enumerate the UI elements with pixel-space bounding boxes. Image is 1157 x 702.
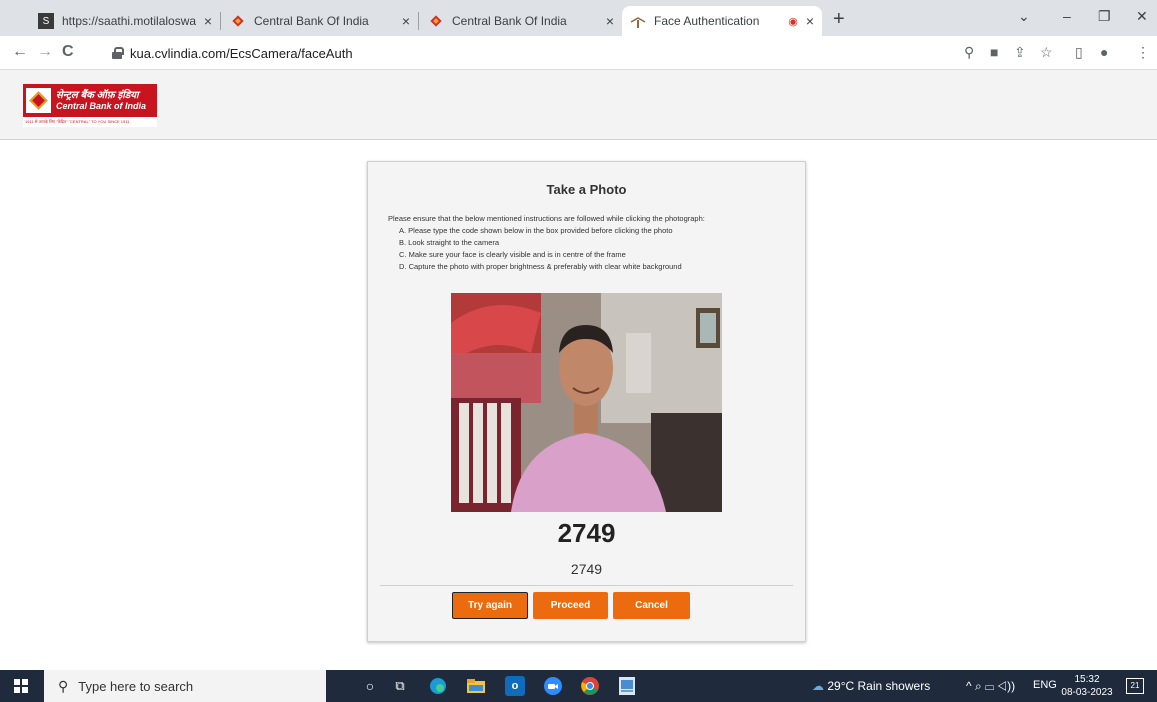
- back-icon[interactable]: ←: [12, 43, 28, 61]
- address-bar[interactable]: kua.cvlindia.com/EcsCamera/faceAuth: [112, 40, 1102, 66]
- clock-time: 15:32: [1074, 674, 1100, 685]
- weather-icon: ☁: [812, 679, 824, 693]
- close-tab-icon[interactable]: ×: [204, 13, 212, 29]
- weather-text: 29°C Rain showers: [827, 679, 931, 693]
- windows-start-icon[interactable]: [14, 679, 28, 693]
- tab-face-authentication[interactable]: Face Authentication ◉ ×: [622, 6, 822, 36]
- logo-names: सेन्ट्रल बैंक ऑफ़ इंडिया Central Bank of…: [56, 90, 146, 112]
- edge-icon[interactable]: [428, 676, 448, 696]
- tab-central-bank-1[interactable]: Central Bank Of India ×: [222, 6, 418, 36]
- page-content: सेन्ट्रल बैंक ऑफ़ इंडिया Central Bank of…: [0, 70, 1157, 660]
- try-again-button[interactable]: Try again: [452, 592, 528, 619]
- tab-title: https://saathi.motilaloswal.com/E: [62, 14, 196, 28]
- instruction-item: D. Capture the photo with proper brightn…: [399, 262, 682, 271]
- central-bank-icon: [428, 13, 444, 29]
- tab-separator: [418, 12, 419, 30]
- system-tray-icons[interactable]: ^ ⌕ ▭ ◁)): [966, 679, 1015, 694]
- verification-code: 2749: [557, 518, 616, 548]
- taskbar-search-box[interactable]: ⚲ Type here to search: [44, 670, 326, 702]
- instruction-item: B. Look straight to the camera: [399, 238, 500, 247]
- forward-icon[interactable]: →: [37, 43, 53, 61]
- outlook-icon[interactable]: o: [505, 676, 525, 696]
- camera-icon[interactable]: ■: [990, 44, 998, 60]
- minimize-icon[interactable]: –: [1063, 8, 1071, 24]
- code-input-field[interactable]: 2749: [368, 561, 805, 577]
- cancel-button[interactable]: Cancel: [613, 592, 690, 619]
- url-text: kua.cvlindia.com/EcsCamera/faceAuth: [130, 45, 353, 61]
- profile-icon[interactable]: ●: [1100, 44, 1108, 60]
- file-explorer-icon[interactable]: [466, 676, 486, 696]
- tab-strip: S https://saathi.motilaloswal.com/E × Ce…: [0, 0, 1157, 36]
- language-indicator[interactable]: ENG: [1033, 679, 1057, 691]
- close-window-icon[interactable]: ✕: [1136, 8, 1148, 25]
- site-header: सेन्ट्रल बैंक ऑफ़ इंडिया Central Bank of…: [0, 70, 1157, 140]
- central-bank-icon: [230, 13, 246, 29]
- taskbar-clock[interactable]: 15:32 08-03-2023: [1060, 673, 1114, 699]
- divider: [380, 585, 793, 586]
- face-auth-icon: [630, 13, 646, 29]
- side-panel-icon[interactable]: ▯: [1075, 44, 1083, 61]
- weather-widget[interactable]: ☁ 29°C Rain showers: [812, 679, 930, 693]
- card-title: Take a Photo: [546, 182, 627, 197]
- bookmark-star-icon[interactable]: ☆: [1040, 44, 1053, 61]
- close-tab-icon[interactable]: ×: [806, 13, 814, 29]
- close-tab-icon[interactable]: ×: [606, 13, 614, 29]
- chrome-icon[interactable]: [580, 676, 600, 696]
- tab-title: Central Bank Of India: [452, 14, 567, 28]
- instruction-item: C. Make sure your face is clearly visibl…: [399, 250, 626, 259]
- logo-mark-icon: [26, 88, 51, 113]
- task-view-icon[interactable]: ⧉: [390, 676, 410, 696]
- restore-icon[interactable]: ❐: [1098, 8, 1111, 25]
- close-tab-icon[interactable]: ×: [402, 13, 410, 29]
- new-tab-button[interactable]: +: [833, 8, 845, 31]
- tab-separator: [220, 12, 221, 30]
- reload-icon[interactable]: C: [62, 43, 74, 61]
- instructions-intro: Please ensure that the below mentioned i…: [388, 214, 705, 223]
- tab-title: Central Bank Of India: [254, 14, 369, 28]
- tab-motilal[interactable]: S https://saathi.motilaloswal.com/E ×: [30, 6, 220, 36]
- logo-hindi-text: सेन्ट्रल बैंक ऑफ़ इंडिया: [56, 89, 139, 101]
- logo-english-text: Central Bank of India: [56, 100, 147, 111]
- proceed-button[interactable]: Proceed: [533, 592, 608, 619]
- logo-top: सेन्ट्रल बैंक ऑफ़ इंडिया Central Bank of…: [23, 84, 157, 117]
- search-placeholder: Type here to search: [78, 678, 194, 694]
- take-photo-card: Take a Photo Please ensure that the belo…: [367, 161, 806, 642]
- recording-icon: ◉: [788, 15, 798, 28]
- cortana-icon[interactable]: ○: [360, 676, 380, 696]
- search-icon: ⚲: [58, 677, 69, 694]
- lock-icon: [112, 47, 124, 59]
- motilal-icon: S: [38, 13, 54, 29]
- instruction-item: A. Please type the code shown below in t…: [399, 226, 673, 235]
- photos-app-icon[interactable]: [617, 676, 637, 696]
- tab-search-icon[interactable]: ⌄: [1018, 8, 1030, 25]
- menu-icon[interactable]: ⋮: [1136, 44, 1150, 61]
- central-bank-logo[interactable]: सेन्ट्रल बैंक ऑफ़ इंडिया Central Bank of…: [23, 84, 157, 127]
- logo-tagline: 1911 से आपके लिए "केंद्रित" "CENTRAL" TO…: [23, 117, 157, 127]
- notification-icon[interactable]: 21: [1126, 678, 1144, 694]
- zoom-icon[interactable]: [543, 676, 563, 696]
- share-icon[interactable]: ⇪: [1014, 44, 1026, 61]
- browser-toolbar: ← → C kua.cvlindia.com/EcsCamera/faceAut…: [0, 36, 1157, 70]
- tab-title: Face Authentication: [654, 14, 760, 28]
- windows-taskbar: ⚲ Type here to search ○ ⧉ o ☁ 29°C Rain …: [0, 670, 1157, 702]
- location-icon[interactable]: ⚲: [964, 44, 974, 61]
- captured-photo: [451, 293, 722, 512]
- tab-central-bank-2[interactable]: Central Bank Of India ×: [420, 6, 622, 36]
- clock-date: 08-03-2023: [1061, 687, 1113, 698]
